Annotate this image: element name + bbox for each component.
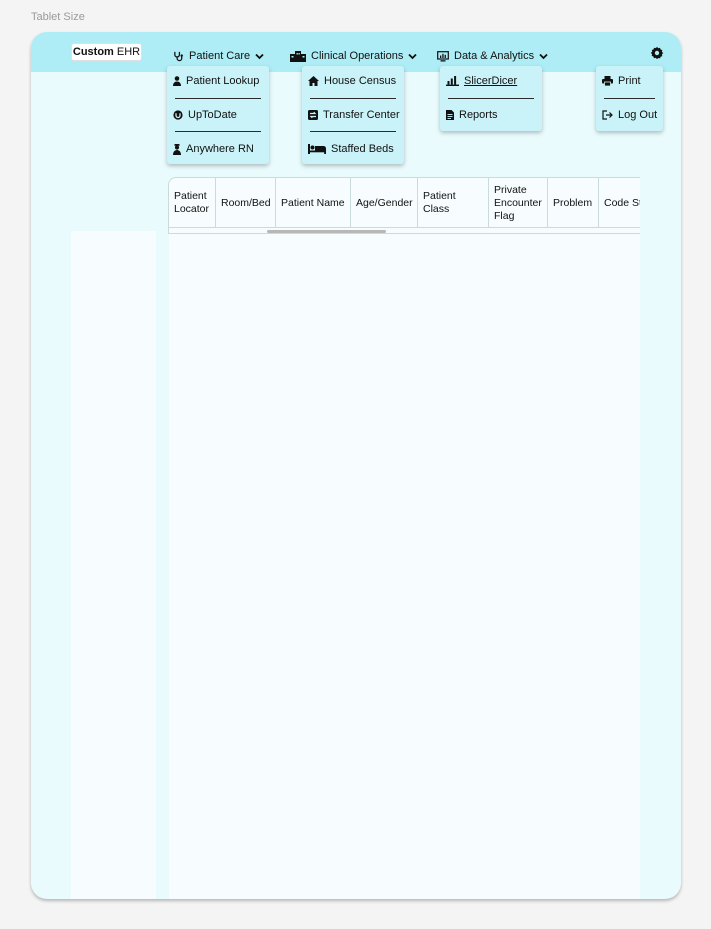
document-icon [446, 110, 454, 120]
column-header-patient-class[interactable]: Patient Class [418, 178, 489, 228]
slicerdicer-label: SlicerDicer [464, 75, 518, 87]
nav-clinical-operations-label: Clinical Operations [311, 50, 404, 62]
column-header-room-bed[interactable]: Room/Bed [216, 178, 276, 228]
print-label: Print [618, 75, 641, 87]
table-header-row: Patient Locator Room/Bed Patient Name Ag… [169, 178, 640, 228]
column-header-code-status[interactable]: Code Status [599, 178, 640, 228]
menu-item-print[interactable]: Print [602, 72, 641, 90]
menu-divider [448, 98, 534, 99]
building-icon [290, 50, 306, 62]
reports-label: Reports [459, 109, 498, 121]
bar-chart-icon [446, 76, 459, 86]
transfer-icon [308, 110, 318, 120]
nav-patient-care[interactable]: Patient Care [173, 48, 264, 64]
data-analytics-dropdown: SlicerDicer Reports [440, 66, 542, 131]
horizontal-scrollbar[interactable] [169, 229, 640, 233]
tablet-device-frame: Custom EHR Patient Care Clinical Operati… [31, 32, 681, 899]
stethoscope-icon [174, 51, 183, 61]
log-out-icon [602, 110, 613, 120]
column-header-patient-name[interactable]: Patient Name [276, 178, 351, 228]
settings-dropdown: Print Log Out [596, 66, 663, 131]
patient-care-dropdown: Patient Lookup UpToDate Anywhere RN [167, 66, 269, 164]
menu-divider [175, 131, 261, 132]
staffed-beds-label: Staffed Beds [331, 143, 394, 155]
scrollbar-thumb[interactable] [267, 230, 386, 233]
nav-clinical-operations[interactable]: Clinical Operations [290, 48, 417, 64]
logo-bold-text: Custom [72, 46, 114, 58]
chevron-down-icon [408, 53, 417, 59]
bed-icon [308, 144, 326, 154]
uptodate-icon [173, 110, 183, 120]
gear-icon[interactable] [650, 46, 664, 60]
transfer-center-label: Transfer Center [323, 109, 400, 121]
anywhere-rn-label: Anywhere RN [186, 143, 254, 155]
menu-item-staffed-beds[interactable]: Staffed Beds [308, 140, 394, 158]
nav-data-analytics[interactable]: Data & Analytics [437, 48, 548, 64]
app-logo[interactable]: Custom EHR [71, 43, 142, 61]
menu-divider [175, 98, 261, 99]
chevron-down-icon [539, 53, 548, 59]
menu-item-transfer-center[interactable]: Transfer Center [308, 106, 400, 124]
log-out-label: Log Out [618, 109, 658, 121]
patient-list-content [169, 233, 640, 899]
menu-item-reports[interactable]: Reports [446, 106, 498, 124]
printer-icon [602, 76, 613, 86]
user-icon [173, 76, 181, 86]
nurse-icon [173, 143, 181, 155]
menu-item-log-out[interactable]: Log Out [602, 106, 657, 124]
left-side-panel [71, 231, 156, 899]
nav-data-analytics-label: Data & Analytics [454, 50, 535, 62]
chevron-down-icon [255, 53, 264, 59]
menu-item-house-census[interactable]: House Census [308, 72, 396, 90]
uptodate-label: UpToDate [188, 109, 237, 121]
column-header-age-gender[interactable]: Age/Gender [351, 178, 418, 228]
menu-item-uptodate[interactable]: UpToDate [173, 106, 237, 124]
patient-lookup-label: Patient Lookup [186, 75, 260, 87]
patient-table: Patient Locator Room/Bed Patient Name Ag… [168, 177, 640, 234]
clinical-operations-dropdown: House Census Transfer Center Staffed Bed… [302, 66, 404, 164]
menu-item-patient-lookup[interactable]: Patient Lookup [173, 72, 259, 90]
column-header-private-encounter-flag[interactable]: Private Encounter Flag [489, 178, 548, 228]
house-census-label: House Census [324, 75, 397, 87]
menu-item-anywhere-rn[interactable]: Anywhere RN [173, 140, 254, 158]
column-header-patient-locator[interactable]: Patient Locator [169, 178, 216, 228]
menu-item-slicerdicer[interactable]: SlicerDicer [446, 72, 517, 90]
house-icon [308, 76, 319, 86]
menu-divider [310, 98, 396, 99]
nav-patient-care-label: Patient Care [189, 50, 251, 62]
frame-label: Tablet Size [31, 11, 85, 23]
column-header-problem[interactable]: Problem [548, 178, 599, 228]
logo-rest-text: EHR [113, 46, 141, 58]
monitor-chart-icon [437, 50, 449, 61]
menu-divider [310, 131, 396, 132]
menu-divider [604, 98, 655, 99]
